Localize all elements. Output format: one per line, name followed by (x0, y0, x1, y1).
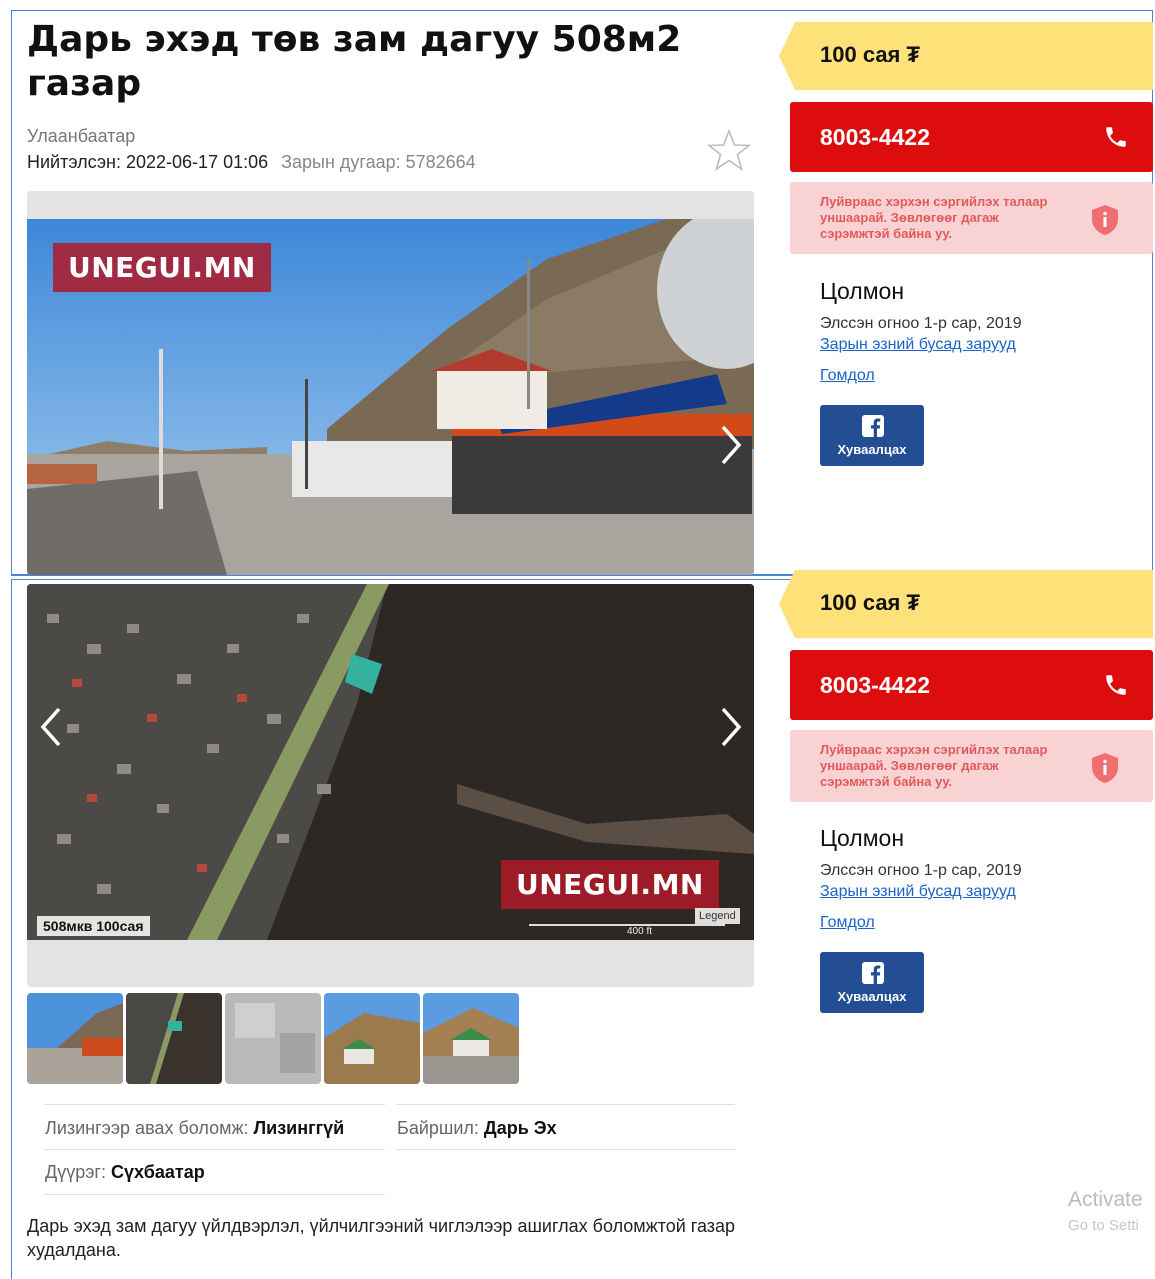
complaint-link[interactable]: Гомдол (820, 367, 875, 385)
divider (397, 1104, 735, 1105)
map-scale: 400 ft (627, 926, 653, 937)
thumbnail-strip (27, 993, 519, 1084)
ad-number: Зарын дугаар: 5782664 (281, 152, 476, 172)
divider (45, 1104, 385, 1105)
property-label: Байршил: (397, 1118, 479, 1138)
listing-city: Улаанбаатар (27, 126, 136, 146)
shield-icon (1092, 753, 1118, 783)
phone-icon (1106, 127, 1126, 147)
phone-button[interactable]: 8003-4422 (790, 650, 1153, 720)
activation-watermark-title: Activate (1068, 1188, 1143, 1211)
seller-name: Цолмон (820, 825, 905, 851)
published-date: 2022-06-17 01:06 (126, 152, 269, 172)
facebook-icon (862, 962, 884, 984)
seller-other-ads-link[interactable]: Зарын эзний бусад зарууд (820, 883, 1016, 901)
property-value: Сүхбаатар (110, 1162, 205, 1182)
facebook-icon (862, 415, 884, 437)
divider (45, 1194, 385, 1195)
next-photo-arrow-icon[interactable] (711, 417, 751, 473)
fraud-warning-text: Луйвраас хэрхэн сэргийлэх талаар уншаара… (820, 742, 1048, 789)
favorite-star-icon[interactable] (706, 128, 752, 174)
divider (397, 1149, 735, 1150)
price-tag: 100 сая ₮ (779, 22, 1153, 90)
property-leasing: Лизингээр авах боломж: Лизинггүй (45, 1118, 344, 1139)
member-since: Элссэн огноо 1-р сар, 2019 (820, 315, 1022, 332)
fraud-warning[interactable]: Луйвраас хэрхэн сэргийлэх талаар уншаара… (790, 730, 1153, 802)
property-value: Лизинггүй (253, 1118, 345, 1138)
phone-icon (1106, 675, 1126, 695)
listing-title: Дарь эхэд төв зам дагуу 508м2 газар (27, 19, 682, 104)
published-label: Нийтэлсэн: (27, 152, 121, 172)
thumbnail-street[interactable] (27, 993, 123, 1084)
main-photo-satellite[interactable]: UNEGUI.MN 508мкв 100сая 400 ft Legend (27, 584, 754, 987)
member-since: Элссэн огноо 1-р сар, 2019 (820, 862, 1022, 879)
phone-button[interactable]: 8003-4422 (790, 102, 1153, 172)
map-legend: Legend (695, 908, 740, 924)
map-area-label: 508мкв 100сая (37, 916, 150, 936)
property-location: Байршил: Дарь Эх (397, 1118, 557, 1139)
share-label: Хуваалцах (837, 442, 907, 457)
price-tag: 100 сая ₮ (779, 570, 1153, 638)
photo-watermark: UNEGUI.MN (501, 860, 719, 909)
thumbnail-hill[interactable] (324, 993, 420, 1084)
property-label: Лизингээр авах боломж: (45, 1118, 249, 1138)
thumbnail-aerial[interactable] (225, 993, 321, 1084)
price-value: 100 сая ₮ (820, 42, 920, 67)
property-district: Дүүрэг: Сүхбаатар (45, 1162, 205, 1183)
activation-watermark-subtitle: Go to Setti (1068, 1217, 1139, 1234)
listing-meta: Нийтэлсэн: 2022-06-17 01:06 Зарын дугаар… (27, 152, 476, 173)
shield-icon (1092, 205, 1118, 235)
phone-number: 8003-4422 (820, 124, 930, 150)
seller-other-ads-link[interactable]: Зарын эзний бусад зарууд (820, 336, 1016, 354)
property-value: Дарь Эх (483, 1118, 557, 1138)
share-label: Хуваалцах (837, 989, 907, 1004)
photo-watermark: UNEGUI.MN (53, 243, 271, 292)
prev-photo-arrow-icon[interactable] (31, 699, 71, 755)
fraud-warning-text: Луйвраас хэрхэн сэргийлэх талаар уншаара… (820, 194, 1048, 241)
divider (45, 1149, 385, 1150)
property-label: Дүүрэг: (45, 1162, 106, 1182)
thumbnail-house[interactable] (423, 993, 519, 1084)
listing-description: Дарь эхэд зам дагуу үйлдвэрлэл, үйлчилгэ… (27, 1216, 736, 1260)
fraud-warning[interactable]: Луйвраас хэрхэн сэргийлэх талаар уншаара… (790, 182, 1153, 254)
phone-number: 8003-4422 (820, 672, 930, 698)
seller-name: Цолмон (820, 278, 905, 304)
share-facebook-button[interactable]: Хуваалцах (820, 405, 924, 466)
thumbnail-satellite[interactable] (126, 993, 222, 1084)
share-facebook-button[interactable]: Хуваалцах (820, 952, 924, 1013)
next-photo-arrow-icon[interactable] (711, 699, 751, 755)
complaint-link[interactable]: Гомдол (820, 914, 875, 932)
main-photo-street[interactable]: UNEGUI.MN (27, 191, 754, 575)
price-value: 100 сая ₮ (820, 590, 920, 615)
